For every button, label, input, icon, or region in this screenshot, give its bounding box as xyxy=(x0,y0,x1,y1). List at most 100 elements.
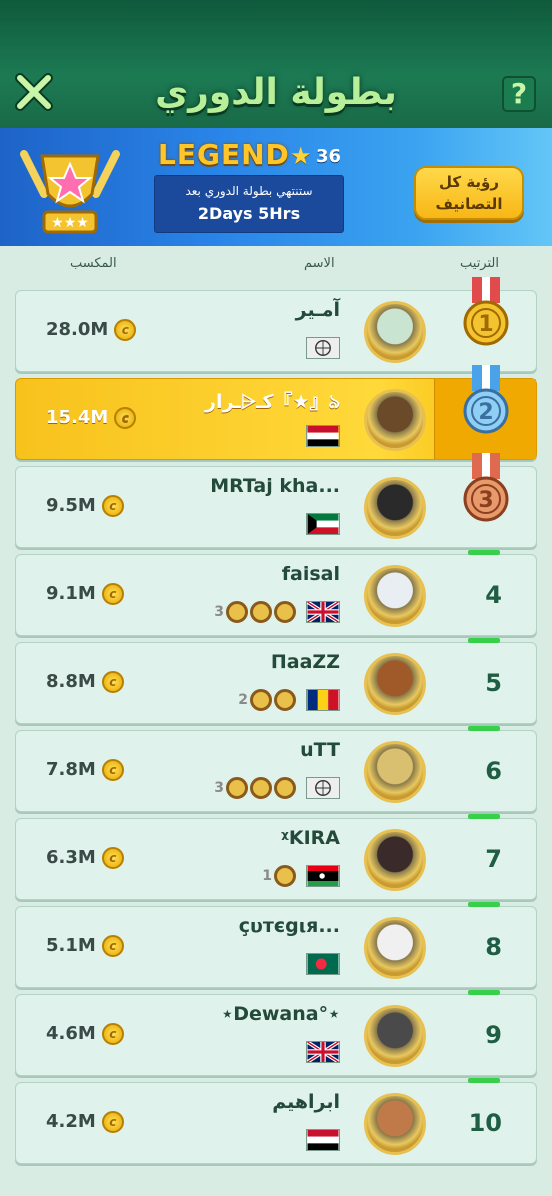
earnings: 9.1M c xyxy=(46,583,124,605)
rank-number: 3 xyxy=(478,488,493,513)
help-button[interactable]: ? xyxy=(502,76,536,112)
avatar[interactable] xyxy=(364,1093,426,1155)
earnings-value: 7.8M xyxy=(46,759,96,780)
player-name: MRTaj kha... xyxy=(210,475,340,497)
rank-cell: 1 xyxy=(434,277,536,371)
coin-icon: c xyxy=(101,847,124,869)
medal-icon: 2 xyxy=(463,365,509,434)
avatar[interactable] xyxy=(364,477,426,539)
earnings-value: 28.0M xyxy=(46,319,109,340)
table-row[interactable]: 9 ⋆Dewana°⋆ 4.6M c xyxy=(15,990,537,1076)
coin-icon: c xyxy=(101,671,124,693)
avatar[interactable] xyxy=(364,917,426,979)
rank-number: 2 xyxy=(478,400,493,425)
medal-icon: 1 xyxy=(463,277,509,346)
timer-label: ستنتهي بطولة الدوري بعد xyxy=(185,184,313,198)
rank-cell: 10 xyxy=(434,1078,536,1163)
table-row[interactable]: 8 çυтєgιя... 5.1M c xyxy=(15,902,537,988)
avatar[interactable] xyxy=(364,653,426,715)
coin-icon: c xyxy=(114,407,137,429)
rank-bar xyxy=(468,550,500,555)
rank-cell: 7 xyxy=(434,814,536,899)
earnings-value: 6.3M xyxy=(46,847,96,868)
table-row[interactable]: 2 كـ⩤ـرار『★』ঌ 15.4M c xyxy=(15,365,537,460)
tier-label: LEGEND xyxy=(158,138,290,171)
player-name: كـ⩤ـرار『★』ঌ xyxy=(205,391,340,413)
flag-icon xyxy=(306,1129,340,1151)
earnings-value: 15.4M xyxy=(46,407,109,428)
page-title: بطولة الدوري xyxy=(155,72,397,113)
avatar[interactable] xyxy=(364,389,426,451)
rank-cell: 9 xyxy=(434,990,536,1075)
rank-cell: 8 xyxy=(434,902,536,987)
table-row[interactable]: 7 ᵡKIRA 1 6.3M c xyxy=(15,814,537,900)
rank-cell: 6 xyxy=(434,726,536,811)
flag-icon xyxy=(306,337,340,359)
league-timer: ستنتهي بطولة الدوري بعد 2Days 5Hrs xyxy=(154,175,344,233)
earnings-value: 4.2M xyxy=(46,1111,96,1132)
star-icon: ★ xyxy=(290,142,312,170)
flag-icon xyxy=(306,513,340,535)
earnings: 5.1M c xyxy=(46,935,124,957)
table-row[interactable]: 10 ابراهيم 4.2M c xyxy=(15,1078,537,1164)
player-name: çυтєgιя... xyxy=(238,915,340,937)
badge-icon xyxy=(226,601,248,623)
rank-bar xyxy=(468,990,500,995)
table-row[interactable]: 5 ΠaaZZ 2 8.8M c xyxy=(15,638,537,724)
view-all-rankings-button[interactable]: رؤية كل التصانيف xyxy=(414,166,524,220)
coin-icon: c xyxy=(101,583,124,605)
player-name: ابراهيم xyxy=(272,1091,340,1113)
flag-icon xyxy=(306,953,340,975)
player-name: faisal xyxy=(281,563,340,585)
flag-icon xyxy=(306,1041,340,1063)
earnings: 7.8M c xyxy=(46,759,124,781)
badge-row: 1 xyxy=(262,865,296,889)
rank-bar xyxy=(468,902,500,907)
player-name: ᵡKIRA xyxy=(281,827,340,849)
rank-cell: 5 xyxy=(434,638,536,723)
avatar[interactable] xyxy=(364,829,426,891)
rank-number: 4 xyxy=(485,581,502,609)
earnings: 9.5M c xyxy=(46,495,124,517)
coin-icon: c xyxy=(101,1111,124,1133)
badge-icon xyxy=(250,601,272,623)
avatar[interactable] xyxy=(364,301,426,363)
rank-number: 10 xyxy=(468,1109,502,1137)
earnings: 4.2M c xyxy=(46,1111,124,1133)
rank-number: 5 xyxy=(485,669,502,697)
table-row[interactable]: 4 faisal 3 9.1M c xyxy=(15,550,537,636)
badge-icon xyxy=(274,689,296,711)
avatar[interactable] xyxy=(364,1005,426,1067)
earnings: 28.0M c xyxy=(46,319,137,341)
timer-value: 2Days 5Hrs xyxy=(197,204,301,223)
rank-bar xyxy=(468,814,500,819)
rank-cell: 3 xyxy=(434,453,536,547)
rank-cell: 2 xyxy=(434,365,536,459)
earnings-value: 8.8M xyxy=(46,671,96,692)
rank-bar xyxy=(468,726,500,731)
badge-icon xyxy=(226,777,248,799)
badge-icon xyxy=(250,689,272,711)
table-row[interactable]: 6 uTT 3 7.8M c xyxy=(15,726,537,812)
trophy-icon: ★★★ xyxy=(20,150,120,234)
rank-bar xyxy=(468,1078,500,1083)
flag-icon xyxy=(306,777,340,799)
avatar[interactable] xyxy=(364,565,426,627)
badge-count: 2 xyxy=(238,692,248,708)
player-name: ⋆Dewana°⋆ xyxy=(221,1003,340,1025)
avatar[interactable] xyxy=(364,741,426,803)
table-row[interactable]: 1 آمـير 28.0M c xyxy=(15,277,537,372)
flag-icon xyxy=(306,601,340,623)
table-row[interactable]: 3 MRTaj kha... 9.5M c xyxy=(15,453,537,548)
earnings: 4.6M c xyxy=(46,1023,124,1045)
badge-row: 3 xyxy=(214,777,296,801)
earnings-value: 9.5M xyxy=(46,495,96,516)
rank-bar xyxy=(468,638,500,643)
badge-row: 3 xyxy=(214,601,296,625)
earnings-value: 5.1M xyxy=(46,935,96,956)
col-rank: الترتيب xyxy=(460,256,499,271)
badge-row: 2 xyxy=(238,689,296,713)
coin-icon: c xyxy=(101,759,124,781)
coin-icon: c xyxy=(101,495,124,517)
badge-count: 3 xyxy=(214,780,224,796)
